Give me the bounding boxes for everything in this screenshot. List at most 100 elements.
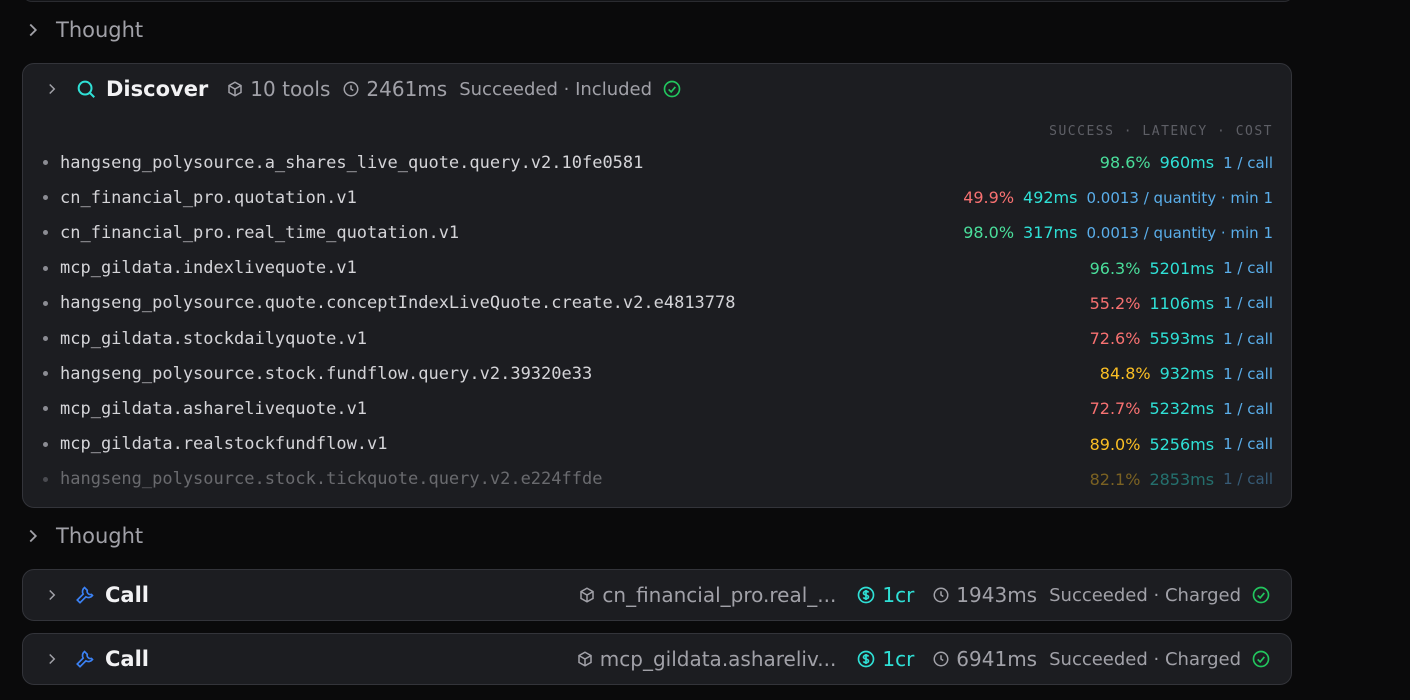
tool-name: mcp_gildata.stockdailyquote.v1: [60, 328, 368, 349]
call-card-2[interactable]: Call mcp_gildata.ashareliv... 1cr 6941ms…: [22, 633, 1292, 685]
tool-row[interactable]: hangseng_polysource.a_shares_live_quote.…: [23, 145, 1291, 180]
latency: 317ms: [1023, 223, 1078, 243]
bullet: [43, 476, 48, 482]
tool-name: hangseng_polysource.stock.fundflow.query…: [60, 363, 593, 384]
latency: 1106ms: [1149, 293, 1215, 313]
bullet: [43, 300, 48, 306]
call-title: Call: [105, 583, 149, 607]
search-icon: [77, 80, 95, 98]
previous-card-edge: [22, 0, 1294, 2]
discover-card: Discover 10 tools 2461ms Succeeded · Inc…: [22, 63, 1292, 508]
clock-icon: [933, 651, 949, 667]
success-rate: 89.0%: [1089, 434, 1141, 454]
latency: 492ms: [1023, 188, 1078, 208]
success-rate: 98.6%: [1099, 153, 1151, 172]
tool-name: mcp_gildata.realstockfundflow.v1: [60, 434, 388, 455]
cube-icon: [580, 587, 595, 603]
bullet: [43, 265, 48, 271]
check-circle-icon: [663, 80, 681, 98]
tools-count: 10 tools: [226, 77, 330, 101]
latency: 5201ms: [1149, 258, 1215, 278]
latency: 5232ms: [1149, 399, 1215, 419]
tool-name: hangseng_polysource.a_shares_live_quote.…: [60, 152, 644, 173]
check-circle-icon: [1252, 586, 1270, 604]
cost: 1 / call: [1223, 259, 1273, 278]
call-tool: mcp_gildata.ashareliv...: [576, 647, 836, 671]
tool-stats: 98.0% 317ms 0.0013 / quantity · min 1: [963, 223, 1273, 242]
tool-stats: 72.6% 5593ms 1 / call: [1090, 329, 1273, 348]
chevron-right-icon: [49, 653, 56, 665]
bullet: [43, 160, 48, 165]
cost: 0.0013 / quantity · min 1: [1086, 223, 1273, 242]
latency: 932ms: [1159, 364, 1215, 384]
tool-row[interactable]: mcp_gildata.indexlivequote.v1 96.3% 5201ms…: [23, 251, 1291, 286]
columns-header: SUCCESS · LATENCY · COST: [1049, 124, 1273, 139]
thought-toggle-2[interactable]: Thought: [22, 519, 143, 553]
chevron-right-icon: [49, 83, 56, 95]
cube-icon: [228, 81, 243, 97]
call-credits: 1cr: [856, 647, 914, 671]
tool-stats: 89.0% 5256ms 1 / call: [1090, 435, 1273, 454]
tool-row[interactable]: hangseng_polysource.quote.conceptIndexLi…: [23, 286, 1291, 321]
success-rate: 49.9%: [963, 188, 1015, 208]
bullet: [43, 230, 48, 236]
tool-row[interactable]: mcp_gildata.asharelivequote.v1 72.7% 5232m…: [23, 391, 1291, 426]
tool-name: hangseng_polysource.stock.tickquote.quer…: [60, 469, 603, 490]
tool-row[interactable]: mcp_gildata.stockdailyquote.v1 72.6% 5593m…: [23, 321, 1291, 356]
tool-name: cn_financial_pro.real_time_quotation.v1: [60, 222, 460, 243]
tool-stats: 96.3% 5201ms 1 / call: [1090, 259, 1273, 278]
discover-header[interactable]: Discover 10 tools 2461ms Succeeded · Inc…: [23, 64, 1291, 114]
call-credits: 1cr: [856, 583, 914, 607]
dollar-icon: [858, 586, 875, 604]
tool-stats: 82.1% 2853ms 1 / call: [1090, 470, 1273, 489]
thought-toggle-1[interactable]: Thought: [22, 13, 143, 47]
call-title: Call: [105, 647, 149, 671]
call-card-1[interactable]: Call cn_financial_pro.real_... 1cr 1943m…: [22, 569, 1292, 621]
thought-label: Thought: [56, 18, 144, 42]
discover-duration: 2461ms: [342, 77, 447, 101]
latency: 2853ms: [1149, 469, 1215, 489]
tool-stats: 55.2% 1106ms 1 / call: [1090, 294, 1273, 313]
discover-title: Discover: [106, 77, 209, 101]
bullet: [43, 371, 48, 377]
success-rate: 84.8%: [1099, 364, 1151, 384]
chevron-right-icon: [29, 23, 38, 37]
success-rate: 72.7%: [1089, 399, 1141, 419]
call-tool: cn_financial_pro.real_...: [578, 583, 836, 607]
dollar-icon: [858, 650, 875, 668]
tool-name: cn_financial_pro.quotation.v1: [60, 187, 357, 208]
tool-stats: 72.7% 5232ms 1 / call: [1090, 399, 1273, 418]
clock-icon: [933, 587, 949, 603]
cost: 0.0013 / quantity · min 1: [1086, 188, 1273, 207]
latency: 960ms: [1159, 153, 1215, 172]
call-status: Succeeded · Charged: [1049, 584, 1241, 606]
cost: 1 / call: [1223, 294, 1273, 313]
latency: 5256ms: [1149, 434, 1215, 454]
cube-icon: [578, 651, 592, 667]
wrench-icon: [76, 650, 94, 668]
tool-name: hangseng_polysource.quote.conceptIndexLi…: [60, 293, 736, 314]
bullet: [43, 406, 48, 412]
tool-name: mcp_gildata.indexlivequote.v1: [60, 258, 357, 279]
call-duration: 6941ms: [932, 647, 1037, 671]
bullet: [43, 336, 48, 341]
discover-status: Succeeded · Included: [459, 78, 653, 100]
cost: 1 / call: [1223, 364, 1273, 383]
wrench-icon: [76, 586, 94, 604]
tool-row[interactable]: cn_financial_pro.quotation.v1 49.9% 492ms 0…: [23, 180, 1291, 215]
tool-stats: 84.8% 932ms 1 / call: [1100, 364, 1273, 383]
bullet: [43, 195, 48, 201]
call-duration: 1943ms: [932, 583, 1037, 607]
tool-row[interactable]: hangseng_polysource.stock.fundflow.query…: [23, 356, 1291, 391]
success-rate: 72.6%: [1089, 329, 1141, 348]
thought-label: Thought: [56, 524, 144, 548]
tool-stats: 49.9% 492ms 0.0013 / quantity · min 1: [963, 188, 1273, 207]
success-rate: 82.1%: [1089, 469, 1141, 489]
tool-row[interactable]: mcp_gildata.realstockfundflow.v1 89.0% 525…: [23, 427, 1291, 462]
chevron-right-icon: [29, 529, 38, 543]
cost: 1 / call: [1223, 153, 1273, 172]
tool-row[interactable]: cn_financial_pro.real_time_quotation.v1 9…: [23, 215, 1291, 250]
tool-row[interactable]: hangseng_polysource.stock.tickquote.quer…: [23, 462, 1291, 497]
success-rate: 55.2%: [1089, 293, 1141, 313]
success-rate: 98.0%: [963, 223, 1015, 243]
